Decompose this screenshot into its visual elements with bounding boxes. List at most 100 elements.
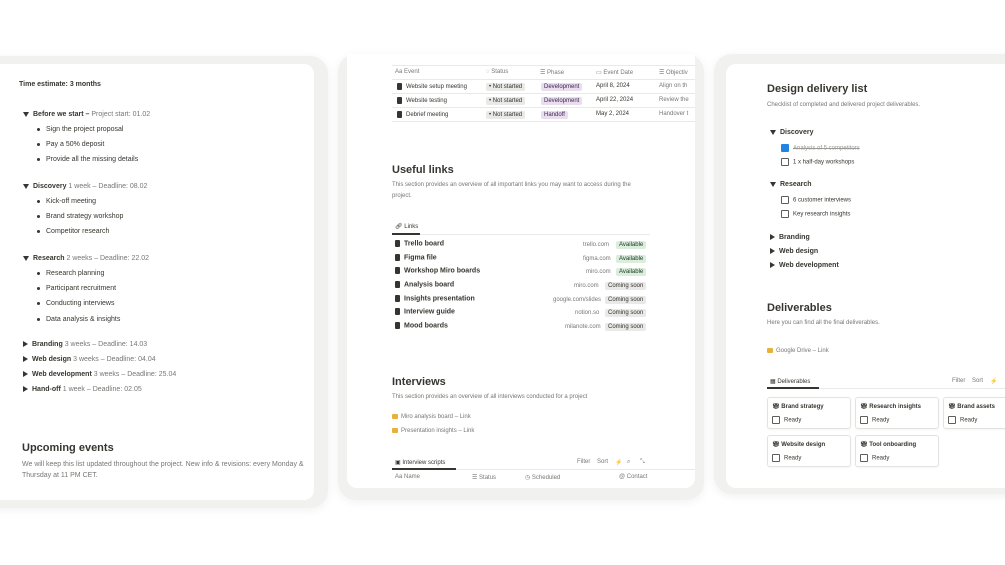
checkbox-icon[interactable] [948,416,956,424]
checklist-item[interactable]: Key research insights [781,210,850,218]
phase-toggle-branding[interactable]: Branding 3 weeks – Deadline: 14.03 [23,341,147,348]
gallery-card-tool-onboarding[interactable]: 🎁︎ Tool onboarding Ready [855,435,939,467]
toggle-branding[interactable]: Branding [770,234,810,241]
page-icon [395,254,400,261]
toggle-web-development[interactable]: Web development [770,262,839,269]
automation-icon[interactable]: ⚡ [615,459,622,466]
links-desc-line1: This section provides an overview of all… [392,182,631,188]
card-status[interactable]: Ready [860,416,889,424]
checkbox-icon[interactable] [860,454,868,462]
database-icon: ▣ [395,460,401,466]
search-icon[interactable]: ⌕ [627,459,630,466]
gift-icon: 🎁︎ [860,442,868,448]
page-icon [395,267,400,274]
link-status: Coming soon [605,323,647,331]
card-title: 🎁︎ Brand strategy [772,404,824,410]
page-icon [395,322,400,329]
filter-button[interactable]: Filter [577,459,590,465]
tab-interview-scripts[interactable]: ▣ Interview scripts [395,459,445,466]
checkbox-icon[interactable] [781,158,789,166]
link-row-mood-boards[interactable]: Mood boards [395,322,448,329]
table-row[interactable]: Debrief meeting [397,111,448,118]
triangle-right-icon [23,341,28,348]
phase-toggle-before[interactable]: Before we start – Project start: 01.02 [23,111,150,118]
status-badge: • Not started [486,97,526,105]
table-row[interactable]: Website setup meeting [397,83,467,90]
gallery-card-website-design[interactable]: 🎁︎ Website design Ready [767,435,851,467]
list-item: Data analysis & insights [37,316,120,323]
list-item: Provide all the missing details [37,156,138,163]
link-domain: notion.so [575,310,600,316]
list-item: Conducting interviews [37,300,114,307]
col-header-scheduled[interactable]: ◷ Scheduled [525,474,560,481]
phase-toggle-web-design[interactable]: Web design 3 weeks – Deadline: 04.04 [23,356,156,363]
col-header-status[interactable]: ◌ Status [486,69,508,75]
link-row-trello[interactable]: Trello board [395,240,444,247]
phase-badge: Development [541,97,583,105]
list-item: Participant recruitment [37,285,116,292]
phase-title: Research [33,255,65,262]
status-badge: • Not started [486,111,526,119]
link-row-interview-guide[interactable]: Interview guide [395,308,455,315]
filter-button[interactable]: Filter [952,378,965,384]
list-item: Brand strategy workshop [37,213,123,220]
phase-toggle-web-development[interactable]: Web development 3 weeks – Deadline: 25.0… [23,371,176,378]
checkbox-icon[interactable] [772,416,780,424]
col-header-name[interactable]: Aa Name [395,474,420,480]
triangle-right-icon [23,386,28,393]
checklist-item[interactable]: Analysis of 5 competitors [781,144,860,152]
toggle-research[interactable]: Research [770,181,812,188]
expand-icon[interactable]: ⤡ [640,459,645,466]
gallery-card-research-insights[interactable]: 🎁︎ Research insights Ready [855,397,939,429]
card-status[interactable]: Ready [772,454,801,462]
phase-toggle-research[interactable]: Research 2 weeks – Deadline: 22.02 [23,255,149,262]
phase-toggle-hand-off[interactable]: Hand-off 1 week – Deadline: 02.05 [23,386,142,393]
left-panel: Time estimate: 3 months Before we start … [0,64,314,500]
link-status: Available [616,241,647,249]
pointing-hand-icon [392,414,398,419]
automation-icon[interactable]: ⚡ [990,378,997,385]
card-status[interactable]: Ready [948,416,977,424]
col-header-status[interactable]: ☰ Status [472,474,496,481]
card-status[interactable]: Ready [772,416,801,424]
tab-links[interactable]: 🔗︎ Links [395,223,418,230]
tab-deliverables[interactable]: ▦ Deliverables [770,378,810,385]
gallery-icon: ▦ [770,379,776,385]
card-title: 🎁︎ Research insights [860,404,921,410]
card-status[interactable]: Ready [860,454,889,462]
sort-button[interactable]: Sort [972,378,983,384]
drive-link[interactable]: Google Drive – Link [767,348,829,354]
phase-meta: Project start: 01.02 [91,111,151,118]
phase-toggle-discovery[interactable]: Discovery 1 week – Deadline: 08.02 [23,183,147,190]
col-header-phase[interactable]: ☰ Phase [540,69,564,76]
triangle-right-icon [23,356,28,363]
col-header-contact[interactable]: @ Contact [619,474,647,480]
checkbox-icon[interactable] [772,454,780,462]
col-header-objective[interactable]: ☰ Objectiv [659,69,688,76]
toggle-web-design[interactable]: Web design [770,248,818,255]
link-row-workshop-miro[interactable]: Workshop Miro boards [395,267,480,274]
checklist-item[interactable]: 1 x half-day workshops [781,158,854,166]
link-row-figma[interactable]: Figma file [395,254,437,261]
toggle-discovery[interactable]: Discovery [770,129,813,136]
checkbox-icon[interactable] [781,210,789,218]
gallery-card-brand-strategy[interactable]: 🎁︎ Brand strategy Ready [767,397,851,429]
col-header-event[interactable]: Aa Event [395,69,419,75]
interview-link-insights[interactable]: Presentation insights – Link [392,428,474,434]
card-title: 🎁︎ Brand assets [948,404,995,410]
card-title: 🎁︎ Tool onboarding [860,442,917,448]
phase-badge: Development [541,83,583,91]
link-row-insights[interactable]: Insights presentation [395,295,475,302]
col-header-date[interactable]: ▭ Event Date [596,69,633,76]
link-row-analysis[interactable]: Analysis board [395,281,454,288]
checkbox-icon[interactable] [860,416,868,424]
interview-link-miro[interactable]: Miro analysis board – Link [392,414,471,420]
gallery-card-brand-assets[interactable]: 🎁︎ Brand assets Ready [943,397,1005,429]
checkbox-checked-icon[interactable] [781,144,789,152]
table-row[interactable]: Website testing [397,97,447,104]
checkbox-icon[interactable] [781,196,789,204]
sort-button[interactable]: Sort [597,459,608,465]
phase-meta: 1 week – Deadline: 08.02 [68,183,148,190]
checklist-item[interactable]: 6 customer interviews [781,196,851,204]
deliverables-desc: Here you can find all the final delivera… [767,320,880,326]
